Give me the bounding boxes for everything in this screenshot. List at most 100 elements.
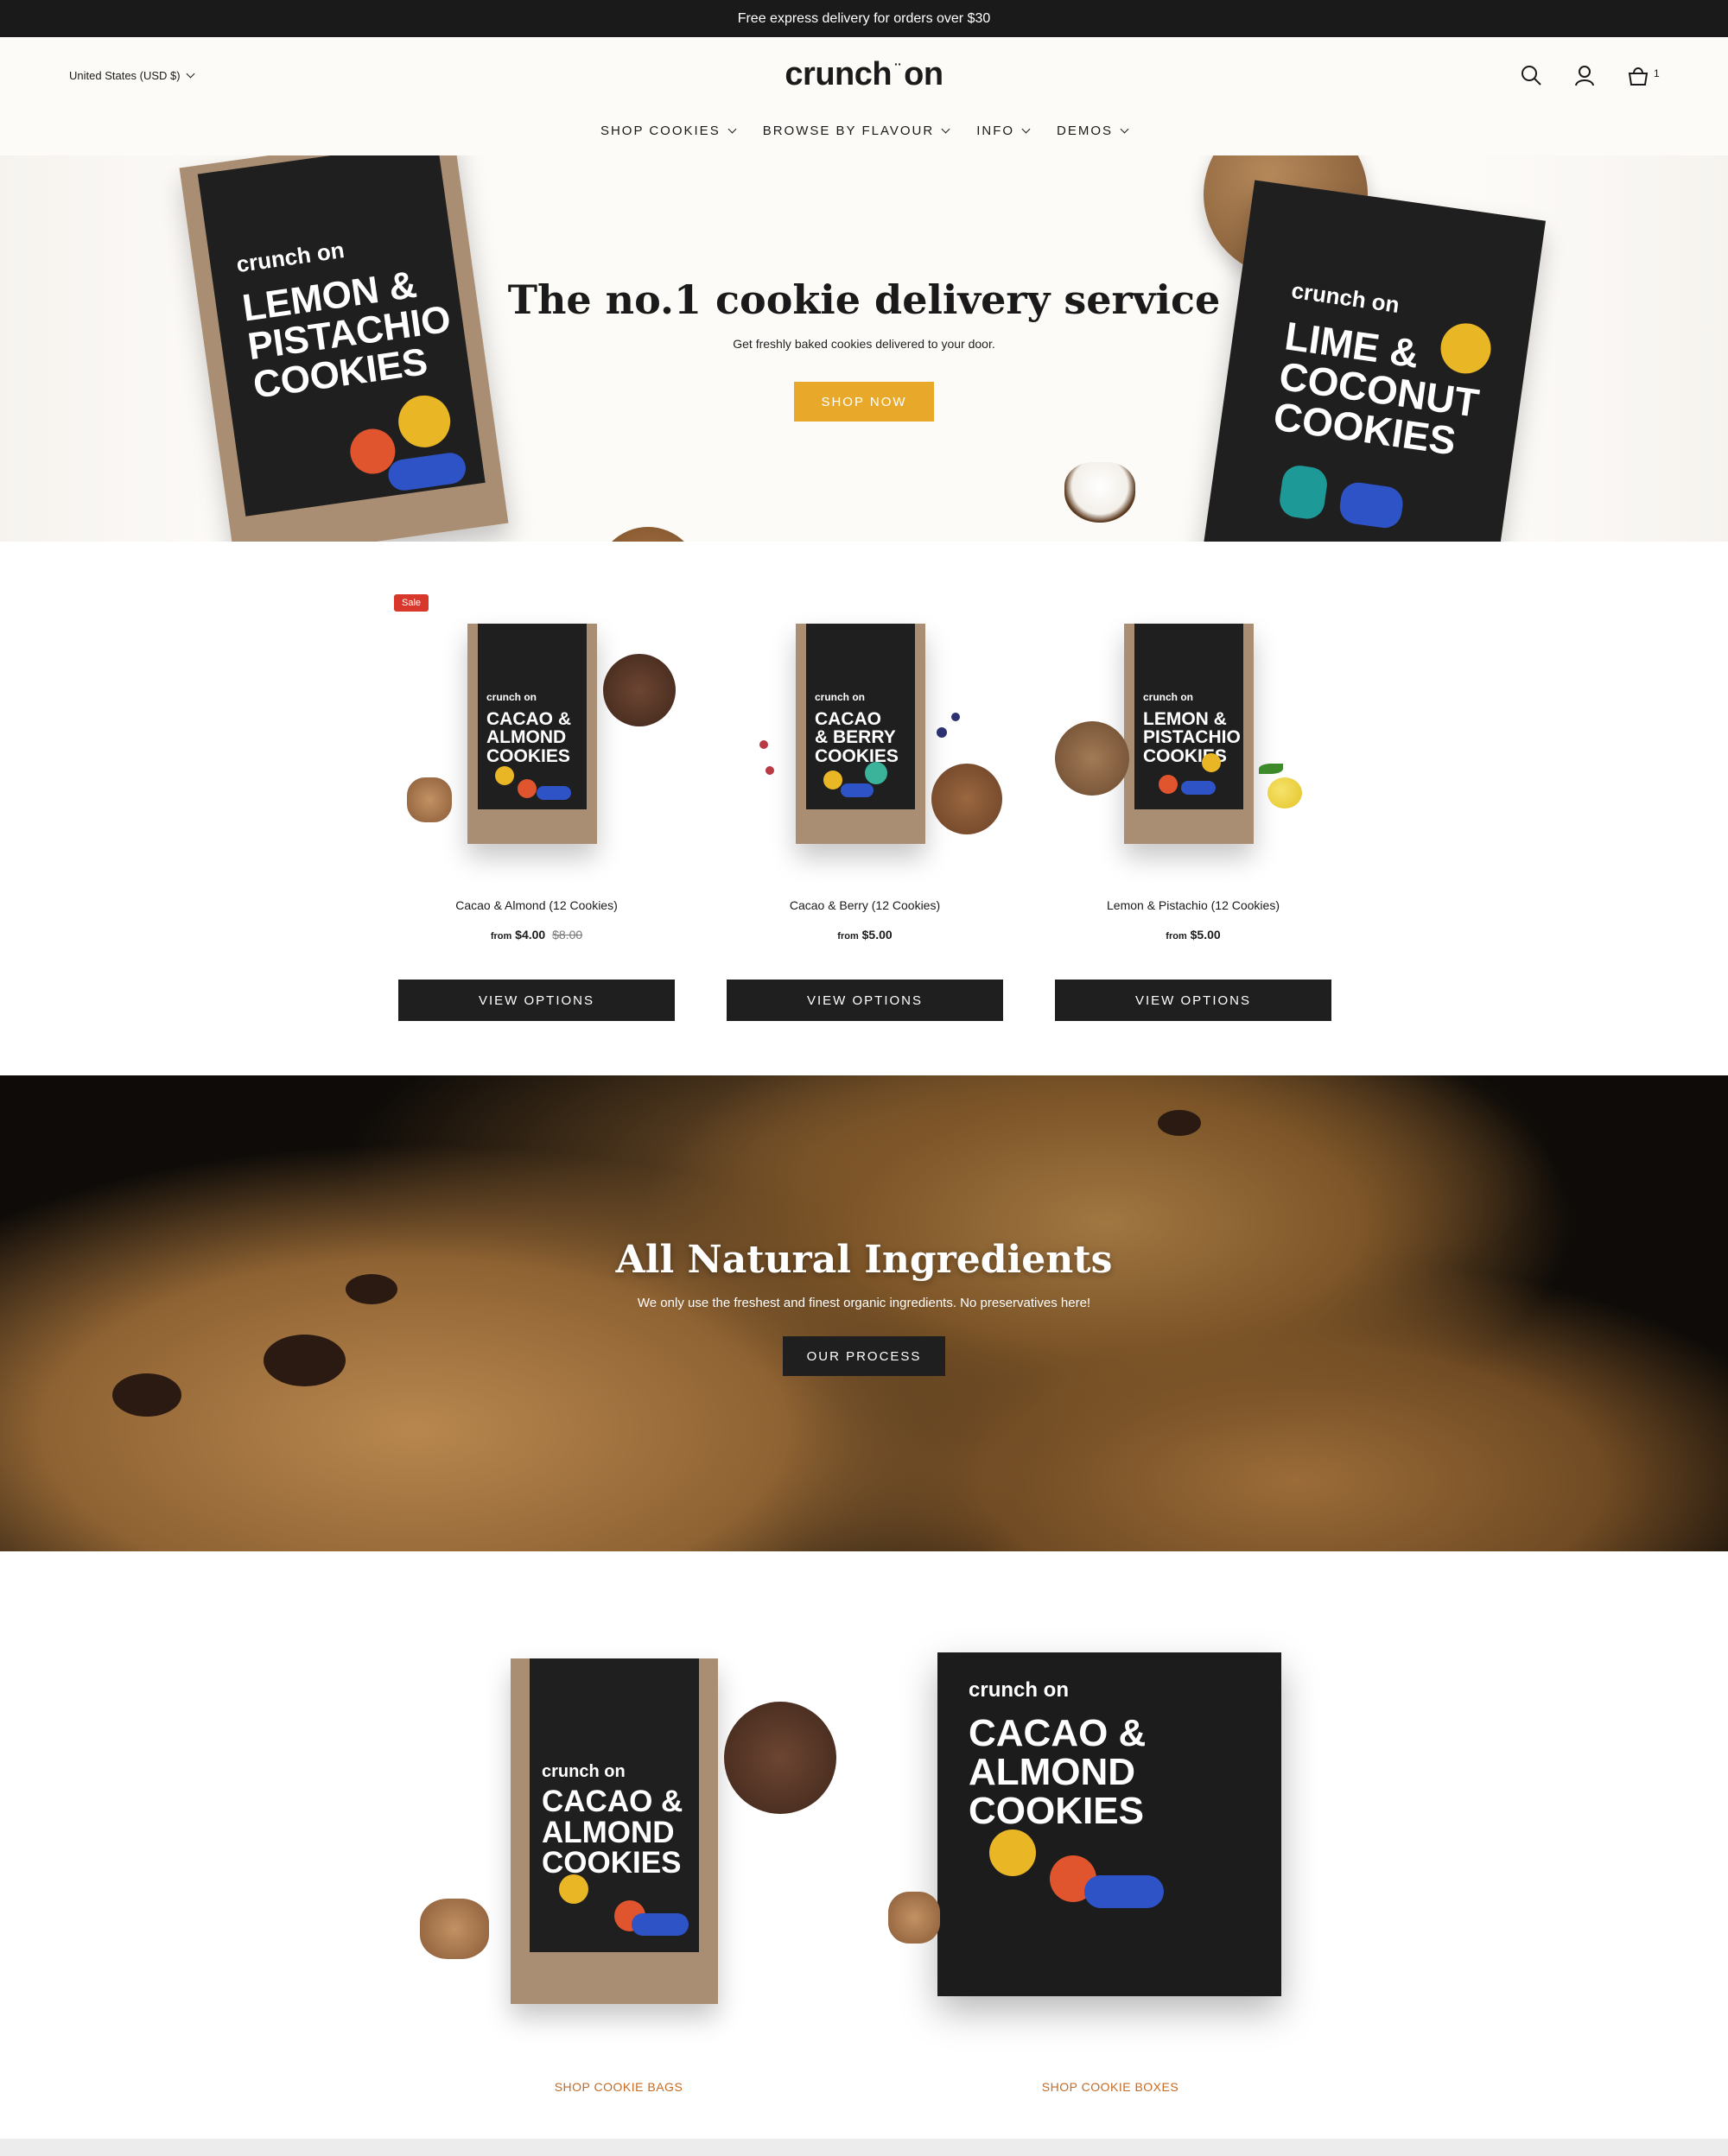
bag-flavour-line: ALMOND — [486, 727, 567, 748]
nav-label: SHOP COOKIES — [600, 124, 721, 138]
bag-brand: crunch on — [1143, 691, 1194, 703]
almond-pile — [888, 1892, 940, 1944]
shop-now-button[interactable]: SHOP NOW — [794, 382, 934, 422]
chevron-down-icon — [1120, 124, 1129, 134]
nav-info[interactable]: INFO — [976, 124, 1031, 138]
hero-cookie-bottom — [596, 527, 700, 542]
logo-dots: ·· — [893, 57, 902, 71]
price-current: $5.00 — [1190, 928, 1221, 942]
hero-title: The no.1 cookie delivery service — [507, 276, 1221, 323]
nav-label: INFO — [976, 124, 1015, 138]
nav-shop-cookies[interactable]: SHOP COOKIES — [600, 124, 737, 138]
sticker-red — [1159, 775, 1178, 794]
view-options-button[interactable]: VIEW OPTIONS — [727, 980, 1003, 1021]
nav-label: DEMOS — [1057, 124, 1114, 138]
bag-flavour: CACAO & ALMOND COOKIES — [542, 1786, 683, 1879]
chocolate-chip — [1158, 1110, 1201, 1136]
sticker-yellow — [1202, 753, 1221, 772]
announcement-text: Free express delivery for orders over $3… — [737, 10, 991, 26]
sticker-yellow — [559, 1874, 588, 1904]
search-icon[interactable] — [1519, 63, 1543, 87]
product-name[interactable]: Cacao & Berry (12 Cookies) — [727, 898, 1003, 912]
hero-bag-right: crunch on LIME & COCONUT COOKIES — [1202, 180, 1546, 542]
berry — [759, 740, 768, 749]
main-nav: SHOP COOKIES BROWSE BY FLAVOUR INFO DEMO… — [0, 124, 1728, 138]
box-flavour: CACAO & ALMOND COOKIES — [969, 1712, 1147, 1831]
product-image[interactable]: crunch on LEMON & PISTACHIO COOKIES — [1055, 589, 1331, 887]
bag-flavour: LEMON & PISTACHIO COOKIES — [1143, 710, 1241, 766]
product-cookie — [603, 654, 676, 726]
bag-brand: crunch on — [486, 691, 537, 703]
bag-flavour-line: CACAO — [815, 709, 881, 729]
bag-flavour: CACAO & BERRY COOKIES — [815, 709, 899, 766]
sticker-green — [865, 762, 887, 784]
blueberry — [937, 727, 947, 738]
product-image[interactable]: crunch on CACAO & BERRY COOKIES — [727, 589, 1003, 887]
banner-subtitle: We only use the freshest and finest orga… — [637, 1296, 1091, 1310]
bag-flavour-line: COOKIES — [486, 745, 570, 766]
chevron-down-icon — [941, 124, 950, 134]
product-image[interactable]: crunch on CACAO & ALMOND COOKIES — [398, 589, 676, 887]
price-compare: $8.00 — [552, 928, 583, 942]
site-logo[interactable]: crunch ··on — [0, 56, 1728, 93]
price-current: $4.00 — [515, 928, 546, 942]
logo-text-left: crunch — [785, 56, 893, 92]
box-flavour-line: CACAO & — [969, 1712, 1147, 1754]
announcement-bar: Free express delivery for orders over $3… — [0, 0, 1728, 37]
bag-brand: crunch on — [542, 1762, 626, 1781]
sticker-blue — [537, 786, 571, 800]
header-icons: 1 — [1519, 63, 1660, 87]
berry — [766, 766, 774, 775]
view-options-button[interactable]: VIEW OPTIONS — [398, 980, 675, 1021]
product-cookie — [1055, 721, 1129, 796]
product-name[interactable]: Cacao & Almond (12 Cookies) — [398, 898, 675, 912]
sticker-yellow — [495, 766, 514, 785]
product-price: from $5.00 — [727, 928, 1003, 942]
price-from: from — [837, 931, 859, 942]
collection-box-image[interactable]: crunch on CACAO & ALMOND COOKIES — [937, 1652, 1281, 1996]
collection-bag-image[interactable]: crunch on CACAO & ALMOND COOKIES — [511, 1658, 718, 2004]
box-brand: crunch on — [969, 1678, 1070, 1702]
collection-cookie — [724, 1702, 836, 1814]
shop-cookie-boxes-link[interactable]: SHOP COOKIE BOXES — [981, 2080, 1240, 2094]
sticker-red — [518, 779, 537, 798]
hero-subtitle: Get freshly baked cookies delivered to y… — [733, 337, 995, 351]
account-icon[interactable] — [1572, 63, 1597, 87]
product-name[interactable]: Lemon & Pistachio (12 Cookies) — [1055, 898, 1331, 912]
bag-flavour-line: ALMOND — [542, 1815, 675, 1849]
logo-text-right: on — [904, 56, 943, 92]
bag-flavour-line: PISTACHIO — [1143, 727, 1241, 748]
product-price: from $4.00 $8.00 — [398, 928, 675, 942]
sticker-blue — [1181, 781, 1216, 795]
lemon-leaf — [1259, 764, 1283, 774]
bag-flavour-line: CACAO & — [542, 1785, 683, 1818]
bag-flavour-line: CACAO & — [486, 709, 571, 729]
sticker-yellow — [823, 770, 842, 789]
product-bag: crunch on CACAO & BERRY COOKIES — [796, 624, 925, 844]
shop-cookie-bags-link[interactable]: SHOP COOKIE BAGS — [489, 2080, 748, 2094]
chevron-down-icon — [1021, 124, 1031, 134]
hero-section: crunch on LEMON & PISTACHIO COOKIES crun… — [0, 155, 1728, 542]
cart-count: 1 — [1654, 67, 1660, 79]
price-current: $5.00 — [861, 928, 893, 942]
blueberry — [951, 713, 960, 721]
sticker-blue — [1084, 1875, 1164, 1908]
ingredients-banner: All Natural Ingredients We only use the … — [0, 1075, 1728, 1551]
price-from: from — [1166, 931, 1187, 942]
product-cookie — [931, 764, 1002, 834]
hero-coconut — [1064, 462, 1135, 523]
product-price: from $5.00 — [1055, 928, 1331, 942]
bag-brand: crunch on — [815, 691, 866, 703]
nav-demos[interactable]: DEMOS — [1057, 124, 1129, 138]
nav-browse-by-flavour[interactable]: BROWSE BY FLAVOUR — [762, 124, 950, 138]
view-options-button[interactable]: VIEW OPTIONS — [1055, 980, 1331, 1021]
box-flavour-line: ALMOND — [969, 1750, 1136, 1793]
product-bag: crunch on CACAO & ALMOND COOKIES — [467, 624, 597, 844]
cart-icon[interactable]: 1 — [1626, 63, 1660, 87]
footer-top-edge — [0, 2139, 1728, 2156]
bag-flavour-line: COOKIES — [1143, 745, 1227, 766]
lemon — [1267, 777, 1302, 808]
sticker-blue — [841, 783, 874, 797]
nav-label: BROWSE BY FLAVOUR — [762, 124, 935, 138]
our-process-button[interactable]: OUR PROCESS — [783, 1336, 945, 1376]
